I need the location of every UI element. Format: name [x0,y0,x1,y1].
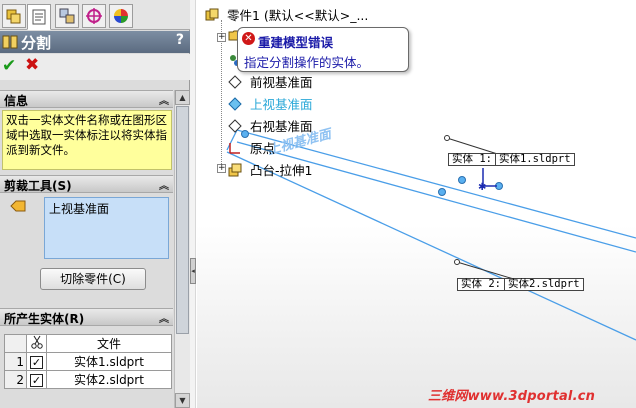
site-watermark: 三维网www.3dportal.cn [428,389,596,404]
confirm-row: ✔ ✖ [0,54,190,80]
info-message: 双击一实体文件名称或在图形区域中选取一实体标注以将实体指派到新文件。 [2,110,172,170]
scroll-down-button[interactable]: ▼ [175,393,190,408]
scissors-icon [30,335,43,349]
selection-flag-icon [10,200,26,212]
collapse-icon[interactable]: ︽ [159,92,169,107]
tab-feature-manager[interactable] [2,4,26,28]
error-message: 指定分割操作的实体。 [244,55,370,70]
callout-file: 实体1.sldprt [498,153,571,165]
svg-text:✱: ✱ [478,182,486,193]
plane-icon [228,119,242,133]
crosshair-icon [86,8,102,24]
tree-item-label: 上视基准面 [249,97,313,112]
collapse-panel-handle[interactable]: ◂ [190,258,196,284]
tree-item-label: 右视基准面 [249,119,313,134]
trim-tool-selection-list[interactable]: 上视基准面 [44,197,169,259]
panel-title: 分割 [21,34,52,52]
split-feature-icon [2,35,18,49]
property-manager-panel: 分割 ? ✔ ✖ 信息 ︽ 双击一实体文件名称或在图形区域中选取一实体标注以将实… [0,0,190,408]
tree-item-label: 前视基准面 [249,75,313,90]
extrude-icon [228,163,242,177]
manager-tab-bar [0,0,190,30]
configuration-icon [59,8,75,24]
select-column-header [26,334,47,353]
tree-item-label: 凸台-拉伸1 [249,163,313,178]
callout-file: 实体2.sldprt [507,278,580,290]
table-row[interactable]: 1 ✓ 实体1.sldprt [4,352,172,371]
body-1-callout[interactable]: 实体 1: 实体1.sldprt [448,153,575,166]
panel-splitter[interactable]: ◂ [190,0,196,408]
file-column-header: 文件 [46,334,172,353]
tree-item-top-plane[interactable]: 上视基准面 [228,94,313,113]
expand-toggle[interactable]: + [217,33,226,42]
tree-item-label: 原点 [249,141,275,156]
panel-title-bar: 分割 ? [0,31,190,53]
resulting-bodies-table: 文件 1 ✓ 实体1.sldprt 2 ✓ 实体2.sldprt [4,334,172,389]
body-2-callout[interactable]: 实体 2: 实体2.sldprt [457,278,584,291]
trim-tools-section-header[interactable]: 剪裁工具(S) ︽ [0,175,173,193]
resulting-bodies-label: 所产生实体(R) [4,312,85,326]
callout-label: 实体 2: [458,279,505,290]
graphics-area[interactable]: ✱ 上视基准面 零件1 (默认<<默认>_... + 前视基准面 上视基准面 右… [197,0,636,408]
tree-item-right-plane[interactable]: 右视基准面 [228,116,313,135]
tab-configuration-manager[interactable] [55,4,79,28]
body-1-checkbox[interactable]: ✓ [30,355,43,369]
cut-part-button[interactable]: 切除零件(C) [40,268,146,290]
plane-icon [228,97,242,111]
body-file-name[interactable]: 实体1.sldprt [46,352,172,371]
collapse-icon[interactable]: ︽ [159,310,169,325]
origin-icon [229,143,240,154]
property-sheet-icon [32,9,46,25]
scroll-up-button[interactable]: ▲ [175,90,190,105]
color-wheel-icon [114,9,128,23]
body-file-name[interactable]: 实体2.sldprt [46,370,172,389]
tree-item-origin[interactable]: 原点 [228,138,275,157]
error-icon: ✕ [242,32,255,45]
table-row[interactable]: 2 ✓ 实体2.sldprt [4,370,172,389]
expand-toggle[interactable]: + [217,164,226,173]
selected-trim-item[interactable]: 上视基准面 [49,200,164,217]
tab-dimxpert[interactable] [82,4,106,28]
feature-tree-icon [6,9,21,24]
tab-property-manager[interactable] [27,4,51,30]
resulting-bodies-section-header[interactable]: 所产生实体(R) ︽ [0,308,173,326]
cancel-button[interactable]: ✖ [25,55,39,75]
callout-label: 实体 1: [449,154,496,165]
part-icon [205,8,219,21]
tab-display-manager[interactable] [109,4,133,28]
body-2-checkbox[interactable]: ✓ [30,373,43,387]
table-header-row: 文件 [4,334,172,353]
tree-root-part[interactable]: 零件1 (默认<<默认>_... [205,5,368,24]
trim-tools-label: 剪裁工具(S) [4,179,72,193]
rebuild-error-tooltip: ✕ 重建模型错误 指定分割操作的实体。 [237,27,409,72]
scroll-thumb[interactable] [176,106,189,334]
row-number: 1 [4,352,27,371]
row-number-header [4,334,27,353]
collapse-icon[interactable]: ︽ [159,177,169,192]
info-section-header[interactable]: 信息 ︽ [0,90,173,108]
plane-icon [228,75,242,89]
error-title: 重建模型错误 [258,35,334,50]
info-section-label: 信息 [4,94,29,108]
panel-scrollbar[interactable]: ▲ ▼ [174,90,190,408]
tree-item-boss-extrude[interactable]: 凸台-拉伸1 [228,160,312,179]
tree-root-label: 零件1 (默认<<默认>_... [226,8,369,23]
row-number: 2 [4,370,27,389]
help-button[interactable]: ? [176,32,184,48]
ok-button[interactable]: ✔ [2,56,16,76]
tree-item-front-plane[interactable]: 前视基准面 [228,72,313,91]
